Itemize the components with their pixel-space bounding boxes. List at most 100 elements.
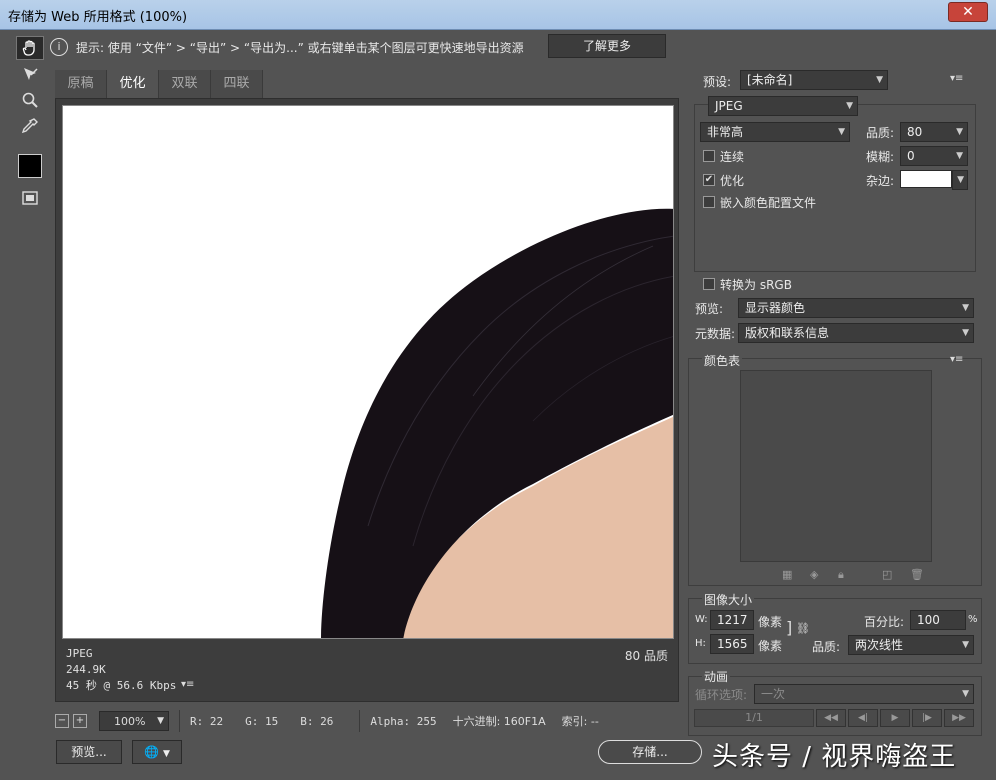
blur-label: 模糊: bbox=[866, 150, 895, 164]
learn-more-button[interactable]: 了解更多 bbox=[548, 34, 666, 58]
tab-2-up[interactable]: 双联 bbox=[159, 70, 211, 98]
compression-select[interactable]: 非常高 ▼ bbox=[700, 122, 850, 142]
chevron-down-icon: ▼ bbox=[956, 151, 963, 161]
eyedropper-color-swatch[interactable] bbox=[18, 154, 42, 178]
preset-select[interactable]: [未命名] ▼ bbox=[740, 70, 888, 90]
zoom-select[interactable]: 100% ▼ bbox=[99, 711, 169, 731]
chevron-down-icon: ▼ bbox=[962, 689, 969, 699]
delete-color-icon[interactable]: 🗑︎ bbox=[910, 568, 924, 581]
web-snap-icon[interactable]: ◈ bbox=[810, 568, 818, 581]
optimized-checkbox[interactable]: ✔ bbox=[703, 174, 715, 186]
preview-download-time: 45 秒 @ 56.6 Kbps bbox=[66, 679, 177, 692]
zoom-in-button[interactable]: + bbox=[73, 714, 87, 728]
metadata-value: 版权和联系信息 bbox=[745, 326, 830, 340]
tab-optimized[interactable]: 优化 bbox=[107, 70, 159, 98]
zoom-value: 100% bbox=[114, 714, 146, 728]
resample-value: 两次线性 bbox=[855, 638, 904, 652]
preview-profile-label: 预览: bbox=[695, 302, 724, 316]
width-unit: 像素 bbox=[758, 615, 783, 629]
convert-srgb-label: 转换为 sRGB bbox=[720, 278, 792, 292]
metadata-select[interactable]: 版权和联系信息 ▼ bbox=[738, 323, 974, 343]
eyedropper-tool-icon[interactable] bbox=[16, 114, 44, 138]
chevron-down-icon: ▼ bbox=[962, 640, 969, 650]
hint-text: 提示: 使用 “文件” > “导出” > “导出为...” 或右键单击某个图层可… bbox=[76, 40, 524, 55]
close-button[interactable]: ✕ bbox=[948, 2, 988, 22]
chain-icon[interactable]: ⛓ bbox=[796, 622, 810, 635]
height-value: 1565 bbox=[717, 637, 748, 651]
preview-frame: JPEG 244.9K 45 秒 @ 56.6 Kbps ▾≡ 80 品质 bbox=[55, 98, 679, 702]
format-value: JPEG bbox=[715, 99, 743, 113]
width-value: 1217 bbox=[717, 613, 748, 627]
quality-label: 品质: bbox=[866, 126, 895, 140]
tab-original[interactable]: 原稿 bbox=[55, 70, 107, 98]
quality-value: 80 bbox=[907, 125, 923, 139]
chevron-down-icon: ▼ bbox=[157, 716, 164, 726]
preview-image[interactable] bbox=[62, 105, 674, 639]
preview-profile-select[interactable]: 显示器颜色 ▼ bbox=[738, 298, 974, 318]
chevron-down-icon: ▼ bbox=[846, 101, 853, 111]
progressive-checkbox[interactable] bbox=[703, 150, 715, 162]
settings-menu-icon[interactable]: ▾≡ bbox=[950, 73, 963, 84]
chevron-down-icon: ▼ bbox=[962, 303, 969, 313]
height-label: H: bbox=[695, 638, 706, 649]
embed-profile-label: 嵌入颜色配置文件 bbox=[720, 196, 817, 210]
optimized-label: 优化 bbox=[720, 174, 745, 188]
save-for-web-dialog: i 提示: 使用 “文件” > “导出” > “导出为...” 或右键单击某个图… bbox=[0, 30, 996, 780]
tab-4-up[interactable]: 四联 bbox=[211, 70, 263, 98]
color-hex: 十六进制: 160F1A bbox=[452, 715, 546, 728]
convert-srgb-checkbox[interactable] bbox=[703, 278, 715, 290]
chevron-down-icon: ▼ bbox=[163, 749, 170, 759]
quality-input[interactable]: 80 ▼ bbox=[900, 122, 968, 142]
zoom-out-button[interactable]: − bbox=[55, 714, 69, 728]
compression-value: 非常高 bbox=[707, 125, 744, 139]
progressive-label: 连续 bbox=[720, 150, 745, 164]
color-g: G: 15 bbox=[245, 714, 279, 728]
lock-color-icon[interactable]: 🔒︎ bbox=[838, 568, 844, 582]
color-table-area bbox=[740, 370, 932, 562]
zoom-tool-icon[interactable] bbox=[16, 88, 44, 112]
window-titlebar: 存储为 Web 所用格式 (100%) ✕ bbox=[0, 0, 996, 30]
loop-select: 一次 ▼ bbox=[754, 684, 974, 704]
toggle-slices-icon[interactable] bbox=[16, 186, 44, 210]
loop-value: 一次 bbox=[761, 687, 786, 701]
width-input[interactable]: 1217 bbox=[710, 610, 754, 630]
width-label: W: bbox=[695, 614, 708, 625]
color-table-title: 颜色表 bbox=[702, 352, 743, 369]
percent-input[interactable]: 100 bbox=[910, 610, 966, 630]
window-title: 存储为 Web 所用格式 (100%) bbox=[8, 10, 188, 25]
preview-button[interactable]: 预览... bbox=[56, 740, 122, 764]
preview-profile-value: 显示器颜色 bbox=[745, 301, 806, 315]
info-icon: i bbox=[50, 38, 68, 56]
preview-info-menu-icon[interactable]: ▾≡ bbox=[181, 679, 194, 690]
preview-format: JPEG bbox=[66, 647, 93, 660]
matte-label: 杂边: bbox=[866, 174, 895, 188]
tool-column bbox=[16, 36, 46, 210]
status-bar: − + 100% ▼ R: 22 G: 15 B: 26 Alpha: 255 … bbox=[55, 708, 679, 734]
new-color-icon[interactable]: ◰ bbox=[882, 568, 892, 581]
resample-select[interactable]: 两次线性 ▼ bbox=[848, 635, 974, 655]
chevron-down-icon: ▼ bbox=[956, 127, 963, 137]
color-table-menu-icon[interactable]: ▾≡ bbox=[950, 354, 963, 365]
embed-profile-checkbox[interactable] bbox=[703, 196, 715, 208]
link-icon[interactable]: ] bbox=[786, 618, 792, 637]
loop-label: 循环选项: bbox=[695, 688, 748, 702]
color-b: B: 26 bbox=[300, 714, 334, 728]
slice-select-tool-icon[interactable] bbox=[16, 62, 44, 86]
map-transparency-icon[interactable]: ▦ bbox=[782, 568, 792, 581]
percent-value: 100 bbox=[917, 613, 940, 627]
chevron-down-icon: ▼ bbox=[876, 75, 883, 85]
format-select[interactable]: JPEG ▼ bbox=[708, 96, 858, 116]
resample-label: 品质: bbox=[812, 640, 841, 654]
color-r: R: 22 bbox=[190, 714, 224, 728]
hand-tool-icon[interactable] bbox=[16, 36, 44, 60]
browser-icon: 🌐 bbox=[144, 745, 160, 759]
matte-color-swatch[interactable] bbox=[900, 170, 952, 188]
matte-select[interactable]: ▼ bbox=[952, 170, 968, 190]
preset-value: [未命名] bbox=[747, 73, 793, 87]
first-frame-button: ◀◀ bbox=[816, 709, 846, 727]
height-input[interactable]: 1565 bbox=[710, 634, 754, 654]
browser-preview-select[interactable]: 🌐 ▼ bbox=[132, 740, 182, 764]
blur-input[interactable]: 0 ▼ bbox=[900, 146, 968, 166]
save-button[interactable]: 存储... bbox=[598, 740, 702, 764]
preview-info: JPEG 244.9K 45 秒 @ 56.6 Kbps bbox=[66, 646, 176, 694]
